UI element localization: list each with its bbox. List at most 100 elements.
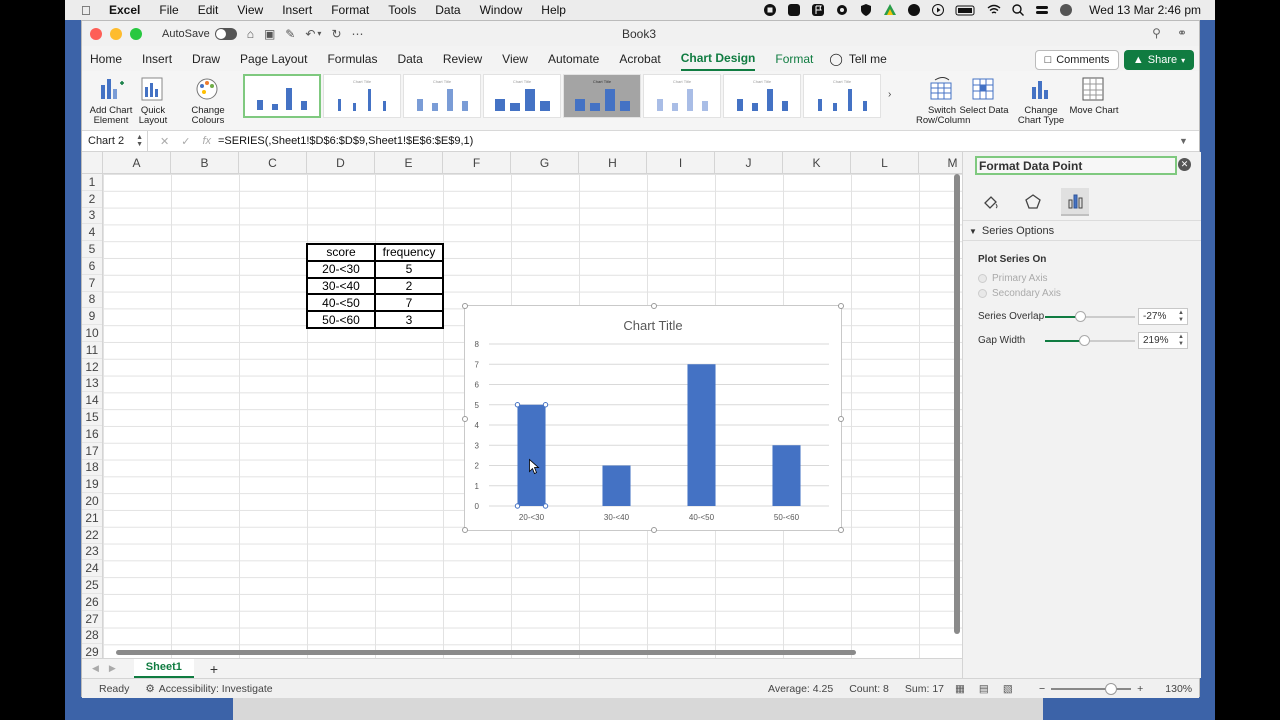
autosave-switch[interactable] — [214, 27, 237, 40]
selection-handle[interactable] — [542, 402, 549, 408]
tab-data[interactable]: Data — [397, 48, 422, 70]
sheet-tab-sheet1[interactable]: Sheet1 — [133, 659, 194, 678]
menu-data[interactable]: Data — [435, 3, 460, 17]
column-header[interactable]: D — [307, 152, 375, 174]
select-data-button[interactable]: Select Data — [958, 75, 1010, 116]
table-header-cell[interactable]: frequency — [374, 243, 444, 262]
selection-handle[interactable] — [542, 503, 549, 509]
fx-icon[interactable]: fx — [202, 135, 211, 148]
bar[interactable] — [772, 445, 801, 506]
select-all-corner[interactable] — [82, 152, 103, 174]
record-icon[interactable] — [763, 3, 777, 17]
formula-input[interactable]: =SERIES(,Sheet1!$D$6:$D$9,Sheet1!$E$6:$E… — [218, 135, 1179, 147]
series-options-section[interactable]: ▼ Series Options — [969, 225, 1054, 237]
column-chart[interactable]: Chart Title 0 1 2 3 4 5 6 7 8 20-<30 30-<40 40-<50 5… — [462, 303, 844, 533]
row-header[interactable]: 28 — [82, 628, 102, 645]
gap-width-input[interactable]: 219% ▲ ▼ — [1138, 332, 1188, 349]
undo-dropdown-icon[interactable]: ▾ — [317, 29, 321, 38]
fill-line-icon[interactable] — [977, 188, 1005, 216]
series-overlap-slider[interactable] — [1045, 311, 1135, 322]
row-header[interactable]: 11 — [82, 342, 102, 359]
row-header[interactable]: 8 — [82, 292, 102, 309]
sheet-prev-icon[interactable]: ◀ — [92, 663, 99, 674]
shield-icon[interactable] — [859, 3, 873, 17]
comments-button[interactable]: □ Comments — [1035, 50, 1119, 70]
accessibility-status[interactable]: ⚙ Accessibility: Investigate — [145, 683, 272, 695]
row-header[interactable]: 2 — [82, 191, 102, 208]
redo-icon[interactable]: ↻ — [331, 27, 341, 41]
column-header[interactable]: A — [103, 152, 171, 174]
row-header[interactable]: 14 — [82, 392, 102, 410]
row-header[interactable]: 29 — [82, 644, 102, 658]
edit-icon[interactable]: ✎ — [285, 27, 295, 41]
tab-automate[interactable]: Automate — [548, 48, 599, 70]
row-header[interactable]: 20 — [82, 493, 102, 510]
search-icon[interactable]: ⚲ — [1152, 26, 1161, 40]
gallery-next-icon[interactable]: › — [888, 89, 891, 100]
row-header[interactable]: 24 — [82, 560, 102, 578]
series-overlap-input[interactable]: -27% ▲ ▼ — [1138, 308, 1188, 325]
sheet-next-icon[interactable]: ▶ — [109, 663, 116, 674]
table-cell[interactable]: 50-<60 — [306, 310, 376, 329]
tab-page-layout[interactable]: Page Layout — [240, 48, 307, 70]
gear-icon[interactable] — [835, 3, 849, 17]
play-icon[interactable] — [931, 3, 945, 17]
menu-window[interactable]: Window — [480, 3, 523, 17]
menu-help[interactable]: Help — [541, 3, 566, 17]
add-sheet-icon[interactable]: + — [210, 661, 218, 677]
tab-view[interactable]: View — [502, 48, 528, 70]
zoom-in-icon[interactable]: + — [1137, 683, 1143, 695]
zoom-out-icon[interactable]: − — [1039, 683, 1045, 695]
table-cell[interactable]: 30-<40 — [306, 276, 376, 296]
status-sum[interactable]: Sum: 17 — [905, 683, 944, 695]
row-header[interactable]: 6 — [82, 258, 102, 275]
bar[interactable] — [517, 404, 546, 506]
chart-style-7[interactable]: Chart Title — [723, 74, 801, 118]
check-icon[interactable]: ✓ — [181, 135, 190, 148]
series-options-icon[interactable] — [1061, 188, 1089, 216]
tell-me[interactable]: ◯ Tell me — [829, 52, 886, 66]
creative-cloud-icon[interactable] — [907, 3, 921, 17]
selection-handle[interactable] — [514, 402, 521, 408]
menu-insert[interactable]: Insert — [282, 3, 312, 17]
menu-edit[interactable]: Edit — [198, 3, 219, 17]
column-header[interactable]: L — [851, 152, 919, 174]
chart-style-4[interactable]: Chart Title — [483, 74, 561, 118]
chart-style-6[interactable]: Chart Title — [643, 74, 721, 118]
search-icon[interactable] — [1011, 3, 1025, 17]
zoom-level[interactable]: 130% — [1165, 683, 1192, 695]
column-header[interactable]: J — [715, 152, 783, 174]
column-header[interactable]: E — [375, 152, 443, 174]
column-header[interactable]: G — [511, 152, 579, 174]
row-header[interactable]: 5 — [82, 241, 102, 258]
row-header[interactable]: 12 — [82, 359, 102, 376]
primary-axis-radio[interactable]: Primary Axis — [978, 273, 1048, 284]
row-header[interactable]: 26 — [82, 594, 102, 611]
name-box[interactable]: Chart 2 ▲ ▼ — [82, 130, 148, 152]
selection-handle[interactable] — [514, 503, 521, 509]
row-header[interactable]: 3 — [82, 208, 102, 225]
tab-chart-design[interactable]: Chart Design — [680, 47, 756, 71]
close-window-button[interactable] — [90, 27, 102, 40]
chevron-down-icon[interactable]: ▼ — [1179, 136, 1199, 146]
gap-width-slider[interactable] — [1045, 335, 1135, 346]
tab-insert[interactable]: Insert — [142, 48, 172, 70]
change-chart-type-button[interactable]: Change Chart Type — [1015, 75, 1067, 126]
data-table[interactable]: score frequency 20-<30 5 30-<40 2 40-<50… — [306, 243, 444, 329]
series-overlap-knob[interactable] — [1075, 311, 1086, 322]
menu-tools[interactable]: Tools — [388, 3, 416, 17]
row-header[interactable]: 4 — [82, 224, 102, 242]
row-header[interactable]: 1 — [82, 174, 102, 191]
chart-style-3[interactable]: Chart Title — [403, 74, 481, 118]
table-cell[interactable]: 7 — [374, 293, 444, 313]
autosave-toggle[interactable]: AutoSave — [162, 27, 237, 40]
row-header[interactable]: 25 — [82, 577, 102, 594]
column-header[interactable]: F — [443, 152, 511, 174]
tab-review[interactable]: Review — [443, 48, 482, 70]
table-cell[interactable]: 40-<50 — [306, 293, 376, 313]
normal-view-icon[interactable]: ▦ — [955, 683, 965, 695]
menu-file[interactable]: File — [159, 3, 178, 17]
more-icon[interactable]: ⋯ — [352, 27, 364, 41]
row-header[interactable]: 22 — [82, 527, 102, 544]
column-header[interactable]: B — [171, 152, 239, 174]
